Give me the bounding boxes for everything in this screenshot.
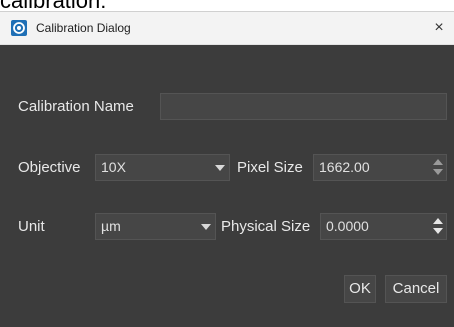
spin-arrows-icon[interactable] [433,159,443,175]
calibration-dialog: Calibration Dialog × Calibration Name Ob… [0,11,454,327]
chevron-down-icon[interactable] [211,155,229,180]
calibration-name-label: Calibration Name [18,98,134,115]
pixel-size-label: Pixel Size [237,159,303,176]
objective-label: Objective [18,159,81,176]
pixel-size-value: 1662.00 [319,159,370,175]
dialog-content: Calibration Name Objective 10X Pixel Siz… [0,45,454,327]
app-eye-icon [11,20,27,36]
title-bar: Calibration Dialog × [0,12,454,45]
physical-size-label: Physical Size [221,218,311,235]
pixel-size-spinbox[interactable]: 1662.00 [313,154,447,181]
ok-button[interactable]: OK [344,275,376,303]
chevron-down-icon[interactable] [197,214,215,239]
calibration-name-input[interactable] [160,93,447,120]
unit-value: µm [101,218,121,234]
spin-arrows-icon[interactable] [433,218,443,234]
dialog-title: Calibration Dialog [36,21,131,35]
objective-value: 10X [101,159,126,175]
unit-select[interactable]: µm [95,213,216,240]
cancel-button[interactable]: Cancel [385,275,447,303]
unit-label: Unit [18,218,45,235]
physical-size-spinbox[interactable]: 0.0000 [320,213,447,240]
objective-select[interactable]: 10X [95,154,230,181]
physical-size-value: 0.0000 [326,218,369,234]
close-icon[interactable]: × [424,12,454,44]
